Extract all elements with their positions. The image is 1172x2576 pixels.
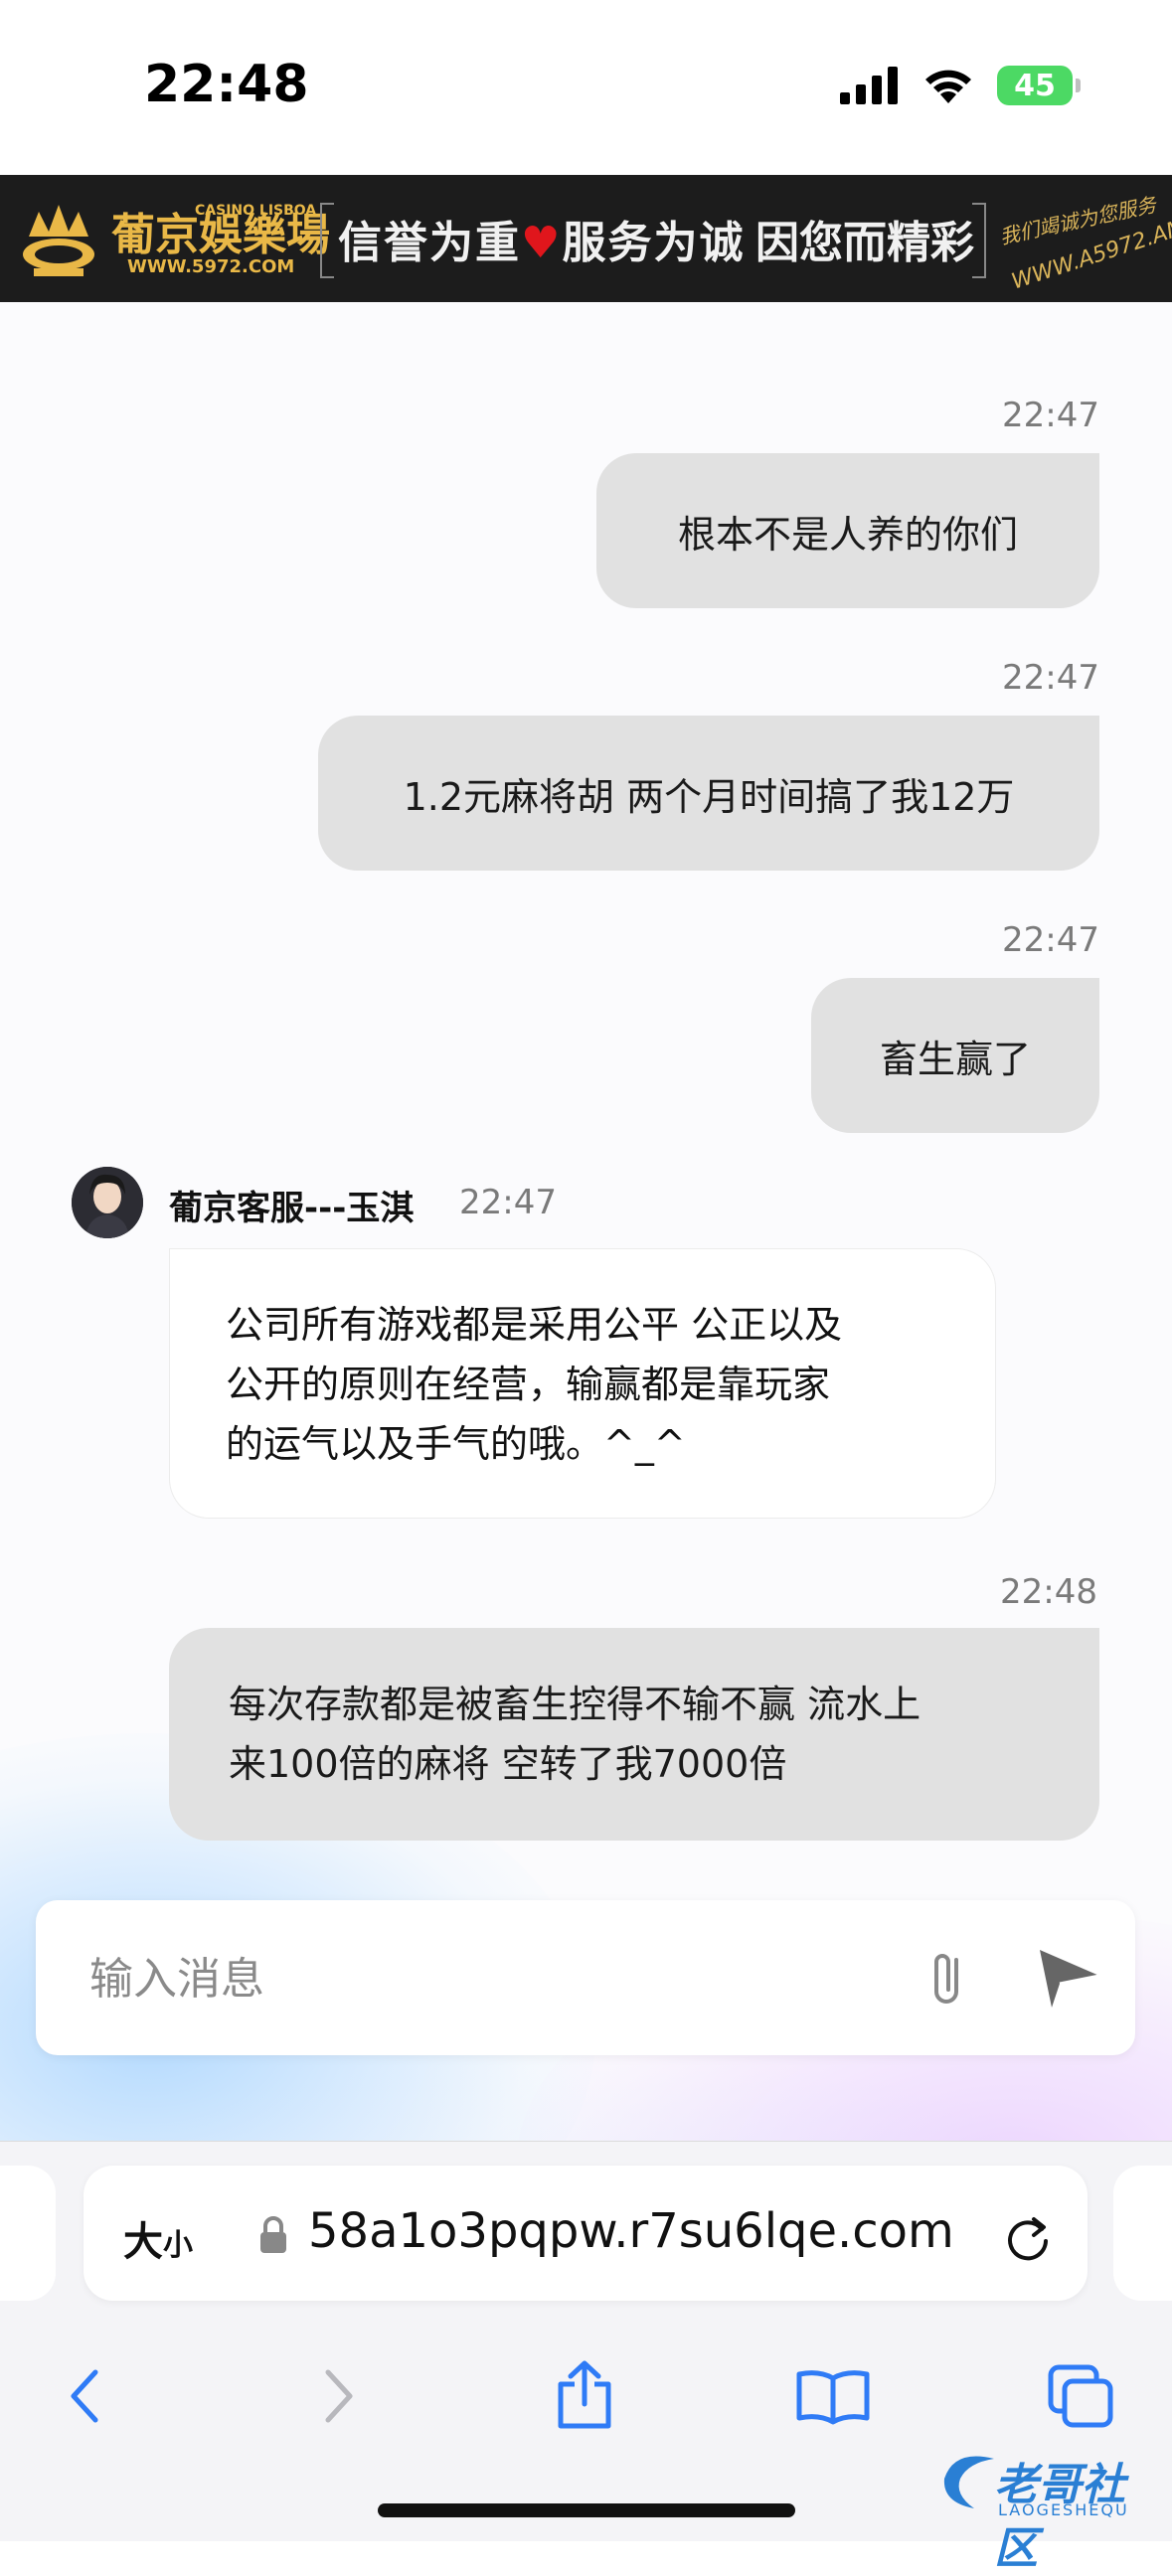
browser-nav — [0, 2331, 1172, 2450]
next-tab[interactable] — [1113, 2166, 1172, 2301]
status-bar: 22:48 45 — [0, 0, 1172, 175]
back-icon[interactable] — [46, 2356, 125, 2436]
slogan-part1: 信誉为重 — [338, 218, 521, 268]
slogan-part3: 因您而精彩 — [755, 218, 974, 268]
message-text: 畜生赢了 — [879, 1037, 1031, 1081]
send-icon[interactable] — [1030, 1940, 1109, 2015]
text-size-large: 大 — [123, 2219, 163, 2265]
banner-slogan: 信誉为重♥服务为诚 — [338, 207, 745, 270]
outgoing-message[interactable]: 根本不是人养的你们 — [596, 453, 1099, 608]
previous-tab[interactable] — [0, 2166, 56, 2301]
address-bar[interactable]: 大小 58a1o3pqpw.r7su6lqe.com — [84, 2166, 1088, 2301]
message-time: 22:47 — [1002, 920, 1099, 960]
watermark: 老哥社区 LAOGESHEQU — [934, 2439, 1163, 2574]
incoming-message[interactable]: 公司所有游戏都是采用公平 公正以及 公开的原则在经营，输赢都是靠玩家 的运气以及… — [169, 1248, 996, 1519]
bookmarks-icon[interactable] — [793, 2356, 873, 2436]
avatar-icon — [72, 1167, 143, 1238]
text-size-small: 小 — [163, 2228, 193, 2263]
bracket-right — [972, 203, 986, 278]
crown-logo-icon — [23, 205, 94, 276]
message-input[interactable] — [87, 1940, 907, 2017]
outgoing-message[interactable]: 畜生赢了 — [811, 978, 1099, 1133]
forward-icon[interactable] — [298, 2356, 378, 2436]
logo-subtitle: CASINO LISBOA — [195, 203, 317, 219]
watermark-subtext: LAOGESHEQU — [998, 2500, 1129, 2519]
text-size-button[interactable]: 大小 — [123, 2209, 193, 2267]
home-indicator — [378, 2503, 795, 2517]
agent-name: 葡京客服---玉淇 — [169, 1189, 415, 1228]
battery-level: 45 — [1014, 68, 1056, 103]
outgoing-message[interactable]: 每次存款都是被畜生控得不输不赢 流水上 来100倍的麻将 空转了我7000倍 — [169, 1628, 1099, 1841]
message-time: 22:47 — [1002, 396, 1099, 435]
lock-icon — [260, 2216, 286, 2253]
status-time: 22:48 — [144, 55, 309, 114]
logo-url: WWW.5972.COM — [127, 256, 295, 277]
battery-icon: 45 — [997, 66, 1081, 105]
message-line: 来100倍的麻将 空转了我7000倍 — [229, 1742, 787, 1786]
message-text: 1.2元麻将胡 两个月时间搞了我12万 — [403, 774, 1015, 819]
status-icons: 45 — [840, 62, 1081, 109]
message-text: 根本不是人养的你们 — [677, 512, 1018, 557]
heart-icon: ♥ — [521, 218, 563, 268]
message-time: 22:47 — [1002, 658, 1099, 698]
slogan-part2: 服务为诚 — [562, 218, 746, 268]
paperclip-icon[interactable] — [911, 1940, 986, 2015]
casino-banner[interactable]: 葡京娛樂場 CASINO LISBOA WWW.5972.COM 信誉为重♥服务… — [0, 175, 1172, 302]
share-icon[interactable] — [545, 2356, 624, 2436]
message-line: 公开的原则在经营，输赢都是靠玩家 — [226, 1363, 831, 1406]
agent-avatar[interactable] — [72, 1167, 143, 1238]
url-text[interactable]: 58a1o3pqpw.r7su6lqe.com — [308, 2203, 954, 2259]
signal-icon — [840, 67, 898, 104]
bracket-left — [320, 203, 334, 278]
tabs-icon[interactable] — [1042, 2356, 1121, 2436]
message-line: 的运气以及手气的哦。^_^ — [226, 1422, 686, 1466]
outgoing-message[interactable]: 1.2元麻将胡 两个月时间搞了我12万 — [318, 716, 1099, 871]
message-line: 公司所有游戏都是采用公平 公正以及 — [226, 1303, 843, 1347]
reload-icon[interactable] — [998, 2207, 1058, 2267]
wifi-icon — [925, 70, 971, 103]
message-time: 22:47 — [459, 1183, 557, 1222]
message-line: 每次存款都是被畜生控得不输不赢 流水上 — [229, 1683, 921, 1726]
message-time: 22:48 — [1000, 1572, 1097, 1612]
message-composer — [36, 1900, 1135, 2055]
